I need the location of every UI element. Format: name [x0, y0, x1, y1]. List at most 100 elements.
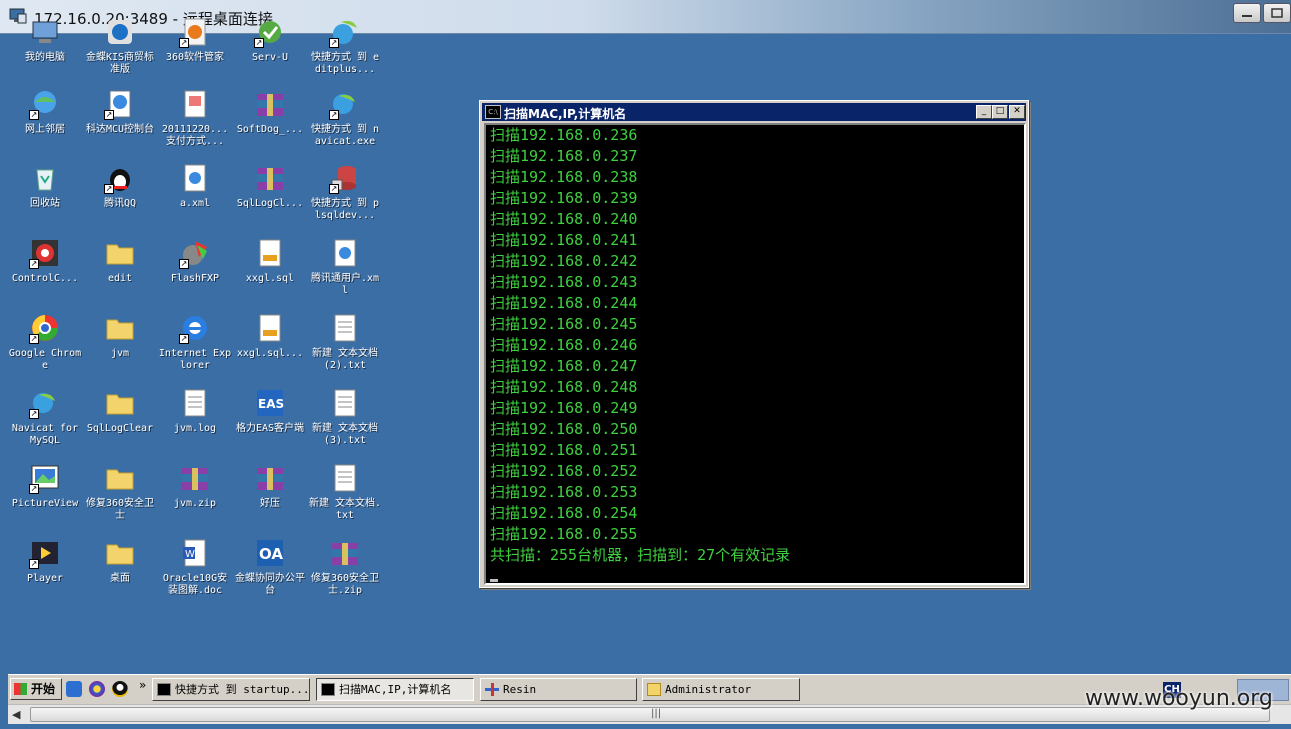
console-line: 扫描192.168.0.247: [490, 357, 638, 375]
desktop-icon[interactable]: 修复360安全卫士: [83, 462, 157, 522]
360-icon: ↗: [179, 16, 211, 48]
qq-icon[interactable]: [112, 681, 128, 697]
desktop-icon-label: SoftDog_...: [236, 124, 304, 135]
plsql-icon: ↗: [329, 162, 361, 194]
show-desktop-icon[interactable]: [66, 681, 82, 697]
desktop-icon[interactable]: a.xml: [158, 162, 232, 210]
oa-icon: OA: [254, 537, 286, 569]
desktop-icon[interactable]: ↗ 网上邻居: [8, 88, 82, 136]
desktop-icon[interactable]: 腾讯通用户.xml: [308, 237, 382, 297]
shortcut-arrow-icon: ↗: [329, 38, 339, 48]
console-lines: 扫描192.168.0.236 扫描192.168.0.237 扫描192.168.…: [490, 125, 790, 566]
desktop-icon[interactable]: jvm.log: [158, 387, 232, 435]
console-maximize-button[interactable]: □: [992, 105, 1008, 119]
desktop-icon[interactable]: ↗ 快捷方式 到 editplus...: [308, 16, 382, 76]
restore-icon: [1271, 8, 1283, 18]
media-player-icon[interactable]: [89, 681, 105, 697]
console-close-button[interactable]: ✕: [1009, 105, 1025, 119]
desktop-icon[interactable]: ↗ 360软件管家: [158, 16, 232, 64]
desktop-icon[interactable]: EAS 格力EAS客户端: [233, 387, 307, 435]
desktop-icon[interactable]: W Oracle10G安装图解.doc: [158, 537, 232, 597]
desktop-icon[interactable]: jvm: [83, 312, 157, 360]
taskbar-item-startup[interactable]: 快捷方式 到 startup...: [152, 678, 310, 701]
desktop-icon-label: jvm: [110, 348, 130, 359]
desktop-icon[interactable]: SoftDog_...: [233, 88, 307, 136]
player-icon: ↗: [29, 537, 61, 569]
quicklaunch-chevron-icon[interactable]: »: [139, 678, 146, 692]
desktop-icon[interactable]: OA 金蝶协同办公平台: [233, 537, 307, 597]
desktop-icon-label: 20111220...支付方式...: [161, 124, 229, 147]
desktop-icon-label: ControlC...: [11, 273, 79, 284]
desktop-icon[interactable]: ↗ Google Chrome: [8, 312, 82, 372]
console-line: 扫描192.168.0.250: [490, 420, 638, 438]
desktop-icon[interactable]: 金蝶KIS商贸标准版: [83, 16, 157, 76]
desktop-icon[interactable]: ↗ PictureView: [8, 462, 82, 510]
desktop-icon[interactable]: SqlLogClear: [83, 387, 157, 435]
desktop-icon[interactable]: 我的电脑: [8, 16, 82, 64]
console-line: 扫描192.168.0.242: [490, 252, 638, 270]
desktop-icon-label: Google Chrome: [8, 348, 82, 371]
navicat-icon: ↗: [29, 387, 61, 419]
task-label: 扫描MAC,IP,计算机名: [339, 683, 452, 696]
word-doc-icon: W: [179, 537, 211, 569]
desktop-icon[interactable]: 回收站: [8, 162, 82, 210]
rdp-restore-button[interactable]: [1263, 3, 1291, 23]
archive-icon: [179, 462, 211, 494]
desktop-icon[interactable]: ↗ ControlC...: [8, 237, 82, 285]
resin-icon: [485, 683, 499, 696]
desktop-icon-label: edit: [107, 273, 133, 284]
desktop-icon[interactable]: ↗ Internet Explorer: [158, 312, 232, 372]
desktop-icon-label: jvm.log: [173, 423, 217, 434]
desktop-icon[interactable]: ↗ 快捷方式 到 plsqldev...: [308, 162, 382, 222]
archive-icon: [254, 88, 286, 120]
desktop-icon-label: SqlLogClear: [86, 423, 154, 434]
flashfxp-icon: ↗: [179, 237, 211, 269]
taskbar-item-resin[interactable]: Resin: [480, 678, 637, 701]
desktop-icon[interactable]: edit: [83, 237, 157, 285]
desktop-icon[interactable]: 新建 文本文档.txt: [308, 462, 382, 522]
eas-icon: EAS: [254, 387, 286, 419]
archive-icon: [254, 162, 286, 194]
desktop-icon[interactable]: jvm.zip: [158, 462, 232, 510]
taskbar-item-scan[interactable]: 扫描MAC,IP,计算机名: [316, 678, 474, 701]
desktop-icon[interactable]: 修复360安全卫士.zip: [308, 537, 382, 597]
console-minimize-button[interactable]: _: [976, 105, 992, 119]
desktop-icon-label: 快捷方式 到 navicat.exe: [310, 124, 380, 147]
desktop-icon-label: 修复360安全卫士: [85, 498, 155, 521]
desktop-icon[interactable]: ↗ 快捷方式 到 navicat.exe: [308, 88, 382, 148]
task-label: Administrator: [665, 683, 752, 696]
desktop-icon-label: 快捷方式 到 plsqldev...: [310, 198, 380, 221]
desktop-icon[interactable]: 新建 文本文档 (2).txt: [308, 312, 382, 372]
desktop-icon[interactable]: ↗ Serv-U: [233, 16, 307, 64]
desktop-icon[interactable]: 好压: [233, 462, 307, 510]
scrollbar-thumb[interactable]: |||: [30, 707, 1270, 722]
desktop-icon[interactable]: ↗ Player: [8, 537, 82, 585]
desktop-icon[interactable]: ↗ FlashFXP: [158, 237, 232, 285]
console-line: 扫描192.168.0.246: [490, 336, 638, 354]
folder-icon: [104, 237, 136, 269]
pictureview-icon: ↗: [29, 462, 61, 494]
desktop-icon[interactable]: 新建 文本文档 (3).txt: [308, 387, 382, 447]
scroll-left-icon[interactable]: ◀: [12, 708, 20, 721]
desktop-icon[interactable]: ↗ Navicat for MySQL: [8, 387, 82, 447]
taskbar-item-administrator[interactable]: Administrator: [642, 678, 800, 701]
console-line: 扫描192.168.0.252: [490, 462, 638, 480]
desktop-icon-label: 修复360安全卫士.zip: [310, 573, 380, 596]
desktop-icon[interactable]: ↗ 科达MCU控制台: [83, 88, 157, 136]
console-output[interactable]: 扫描192.168.0.236 扫描192.168.0.237 扫描192.168.…: [484, 123, 1026, 585]
desktop-icon-label: 新建 文本文档 (2).txt: [311, 348, 379, 371]
console-line: 扫描192.168.0.236: [490, 126, 638, 144]
shortcut-arrow-icon: ↗: [179, 259, 189, 269]
desktop-icon[interactable]: SqlLogCl...: [233, 162, 307, 210]
desktop-icon[interactable]: 桌面: [83, 537, 157, 585]
console-titlebar[interactable]: C:\ 扫描MAC,IP,计算机名 _ □ ✕: [482, 103, 1026, 121]
start-button[interactable]: 开始: [10, 678, 62, 700]
desktop-icon[interactable]: ↗ 腾讯QQ: [83, 162, 157, 210]
close-icon: ✕: [1013, 106, 1021, 116]
desktop-icon[interactable]: xxgl.sql: [233, 237, 307, 285]
desktop-icon[interactable]: 20111220...支付方式...: [158, 88, 232, 148]
text-file-icon: [179, 387, 211, 419]
console-window[interactable]: C:\ 扫描MAC,IP,计算机名 _ □ ✕ 扫描192.168.0.236 扫…: [479, 100, 1029, 588]
desktop-icon[interactable]: xxgl.sql...: [233, 312, 307, 360]
rdp-minimize-button[interactable]: [1233, 3, 1261, 23]
